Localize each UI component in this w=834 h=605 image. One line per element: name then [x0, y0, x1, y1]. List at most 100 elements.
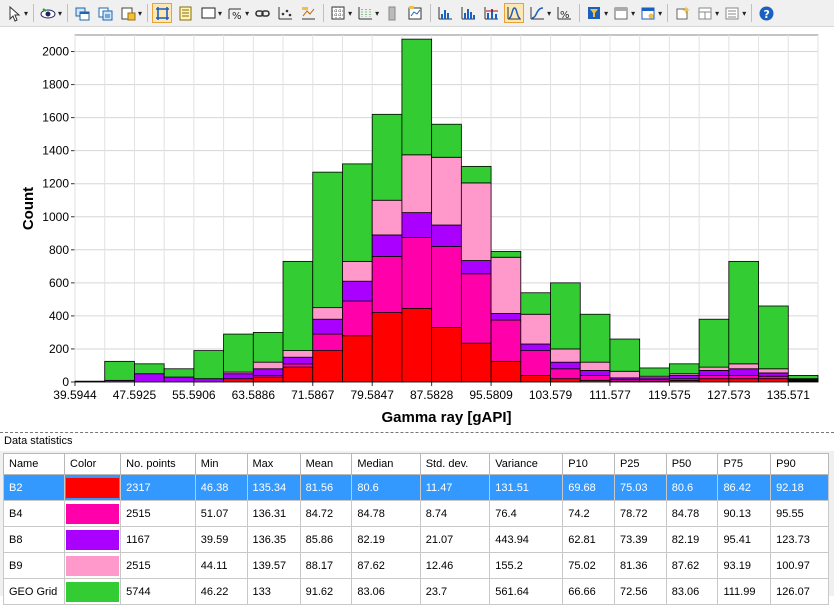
cell-variance: 561.64: [489, 578, 564, 605]
bar-segment-geo-grid: [312, 171, 343, 309]
color-swatch[interactable]: [66, 581, 120, 602]
bar-segment-b8: [668, 374, 700, 380]
chevron-down-icon[interactable]: ▾: [547, 9, 551, 18]
view-eye-button[interactable]: [38, 3, 58, 23]
chevron-down-icon[interactable]: ▾: [245, 9, 249, 18]
column-header-p10[interactable]: P10: [562, 453, 615, 475]
help-button[interactable]: ?: [756, 3, 776, 23]
table-row[interactable]: B8 1167 39.59 136.35 85.86 82.19 21.07 443.94 62…: [2, 526, 829, 553]
list-settings-button[interactable]: [722, 3, 742, 23]
column-header-name[interactable]: Name: [2, 453, 66, 475]
chevron-down-icon[interactable]: ▾: [604, 9, 608, 18]
table-list-button[interactable]: [175, 3, 195, 23]
column-header-p90[interactable]: P90: [770, 453, 829, 475]
axes-frame-button[interactable]: [152, 3, 173, 23]
export-button[interactable]: [118, 3, 138, 23]
table-row[interactable]: B2 2317 46.38 135.34 81.56 80.6 11.47 131.51 69.…: [2, 474, 829, 501]
bar-segment-geo-grid: [550, 282, 581, 350]
column-header-p50[interactable]: P50: [665, 453, 719, 475]
column-header-p75[interactable]: P75: [717, 453, 772, 475]
new-sparkle-button[interactable]: [672, 3, 692, 23]
cumulative-curve-button[interactable]: [527, 3, 547, 23]
distribution-curve-button[interactable]: [504, 3, 525, 23]
chevron-down-icon[interactable]: ▾: [138, 9, 142, 18]
link-button[interactable]: [252, 3, 272, 23]
gray-bar-icon: [388, 6, 396, 20]
bar-segment-geo-grid: [342, 163, 373, 262]
cell-p50: 84.78: [665, 500, 719, 527]
histogram-chart[interactable]: 0 200 400 600 800 1000 1200 1400 1600 1800 2000 39.…: [0, 28, 834, 432]
window-settings-button[interactable]: [638, 3, 658, 23]
color-swatch[interactable]: [66, 477, 120, 498]
chevron-down-icon[interactable]: ▾: [742, 9, 746, 18]
column-header-min[interactable]: Min: [194, 453, 248, 475]
bar-segment-geo-grid: [668, 363, 700, 375]
bar-segment-b2: [223, 378, 254, 383]
cell-points: 2515: [120, 552, 196, 579]
column-header-p25[interactable]: P25: [613, 453, 667, 475]
column-header-mean[interactable]: Mean: [299, 453, 353, 475]
cell-mean: 91.62: [299, 578, 353, 605]
border-icon: [201, 7, 216, 18]
x-tick-label: 111.577: [589, 388, 631, 402]
grid-lines-button[interactable]: [328, 3, 348, 23]
filter-button[interactable]: [584, 3, 604, 23]
column-header-variance[interactable]: Variance: [489, 453, 564, 475]
color-swatch[interactable]: [66, 503, 120, 524]
copy-window-button[interactable]: [72, 3, 92, 23]
cell-p90: 123.73: [770, 526, 829, 553]
column-header-max[interactable]: Max: [246, 453, 301, 475]
bar-segment-b8: [163, 376, 195, 383]
window-settings-icon: [641, 7, 655, 19]
cell-variance: 131.51: [489, 474, 564, 501]
list-settings-icon: [725, 7, 739, 19]
chevron-down-icon[interactable]: ▾: [24, 9, 28, 18]
chevron-down-icon[interactable]: ▾: [348, 9, 352, 18]
column-header-std-dev-[interactable]: Std. dev.: [419, 453, 491, 475]
cell-name: B9: [2, 552, 66, 579]
cell-p10: 75.02: [562, 552, 615, 579]
histogram-lines-button[interactable]: [481, 3, 501, 23]
y-tick-label: 1400: [42, 144, 69, 158]
table-row[interactable]: GEO Grid 5744 46.22 133 91.62 83.06 23.7 561.64…: [2, 578, 829, 605]
column-header-color[interactable]: Color: [64, 453, 122, 475]
copy-data-button[interactable]: [95, 3, 115, 23]
chart-settings-button[interactable]: [298, 3, 318, 23]
color-swatch[interactable]: [66, 555, 120, 576]
histogram-stacked-button[interactable]: [458, 3, 478, 23]
chevron-down-icon[interactable]: ▾: [58, 9, 62, 18]
histogram-button[interactable]: [435, 3, 455, 23]
column-header-no-points[interactable]: No. points: [120, 453, 196, 475]
window-button[interactable]: [611, 3, 631, 23]
cell-points: 2515: [120, 500, 196, 527]
chart-edit-button[interactable]: [405, 3, 425, 23]
splitter[interactable]: [0, 432, 834, 433]
bar-segment-b4: [550, 368, 581, 380]
chevron-down-icon[interactable]: ▾: [218, 9, 222, 18]
table-row[interactable]: B4 2515 51.07 136.31 84.72 84.78 8.74 76.4 74.2 7…: [2, 500, 829, 527]
chevron-down-icon[interactable]: ▾: [658, 9, 662, 18]
chart-edit-icon: [408, 5, 422, 19]
chevron-down-icon[interactable]: ▾: [375, 9, 379, 18]
cell-p25: 78.72: [613, 500, 667, 527]
select-pointer-button[interactable]: [4, 3, 24, 23]
grid-points-button[interactable]: [275, 3, 295, 23]
percent-button[interactable]: %: [554, 3, 574, 23]
bar-segment-geo-grid: [431, 123, 462, 158]
percent-format-button[interactable]: %: [225, 3, 245, 23]
x-tick-label: 135.571: [767, 388, 811, 402]
table-row[interactable]: B9 2515 44.11 139.57 88.17 87.62 12.46 155.2 75.…: [2, 552, 829, 579]
color-swatch[interactable]: [66, 529, 120, 550]
layout-button[interactable]: [695, 3, 715, 23]
y-tick-label: 800: [49, 243, 69, 257]
gray-bar-button[interactable]: [382, 3, 402, 23]
column-header-median[interactable]: Median: [351, 453, 421, 475]
bar-segment-b2: [698, 378, 730, 383]
chevron-down-icon[interactable]: ▾: [715, 9, 719, 18]
filter-icon: [587, 6, 600, 19]
bar-segment-b4: [342, 300, 373, 337]
window-icon: [614, 7, 628, 19]
border-button[interactable]: [198, 3, 218, 23]
grid-dots-button[interactable]: [355, 3, 375, 23]
chevron-down-icon[interactable]: ▾: [631, 9, 635, 18]
